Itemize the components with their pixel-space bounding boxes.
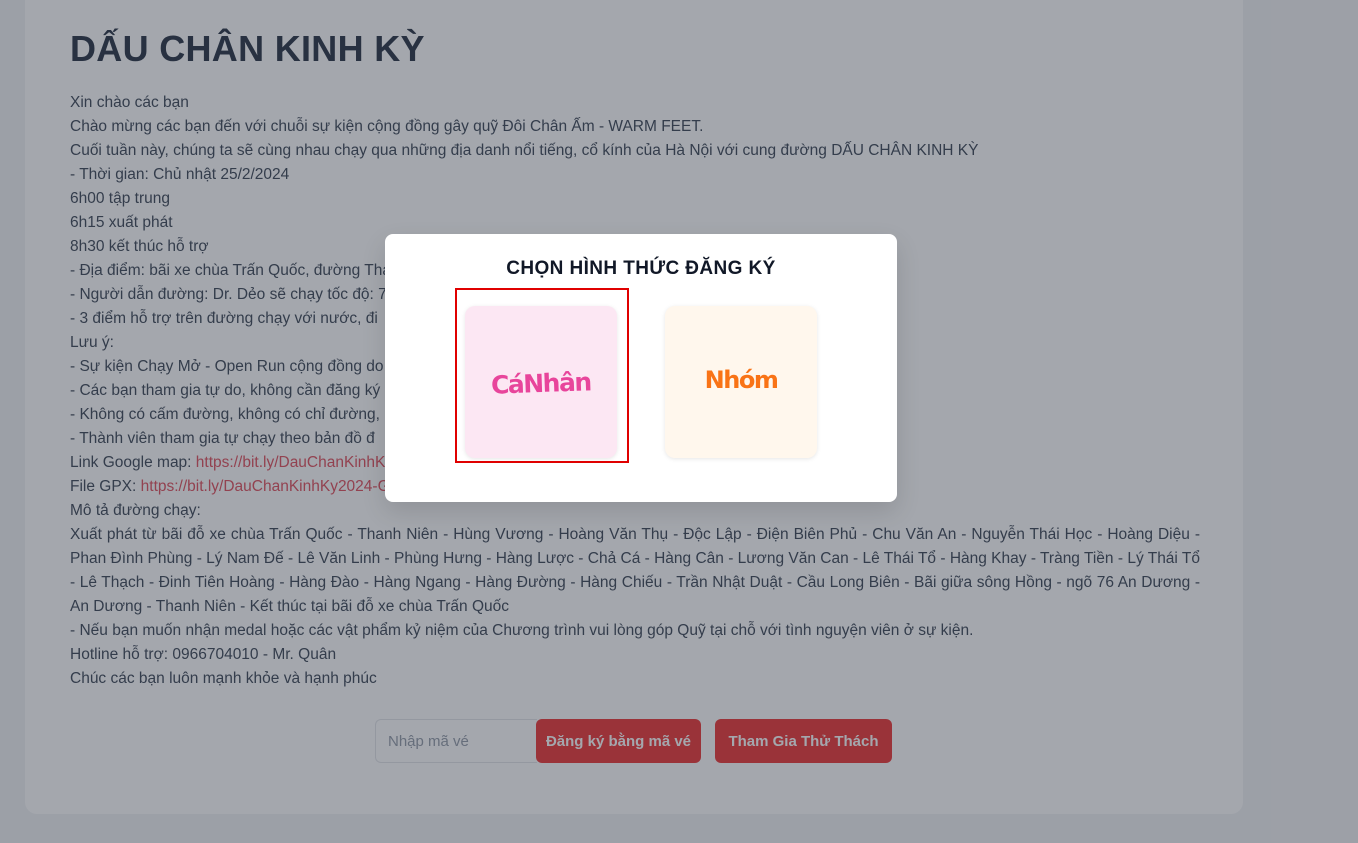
individual-option-label: CáNhân [490,366,592,400]
group-option-label: Nhóm [704,366,779,394]
individual-option-card[interactable]: CáNhân [465,306,617,458]
modal-title: CHỌN HÌNH THỨC ĐĂNG KÝ [506,258,776,279]
group-option-card[interactable]: Nhóm [665,306,817,458]
registration-type-modal: CHỌN HÌNH THỨC ĐĂNG KÝ CáNhân Nhóm [385,234,897,502]
